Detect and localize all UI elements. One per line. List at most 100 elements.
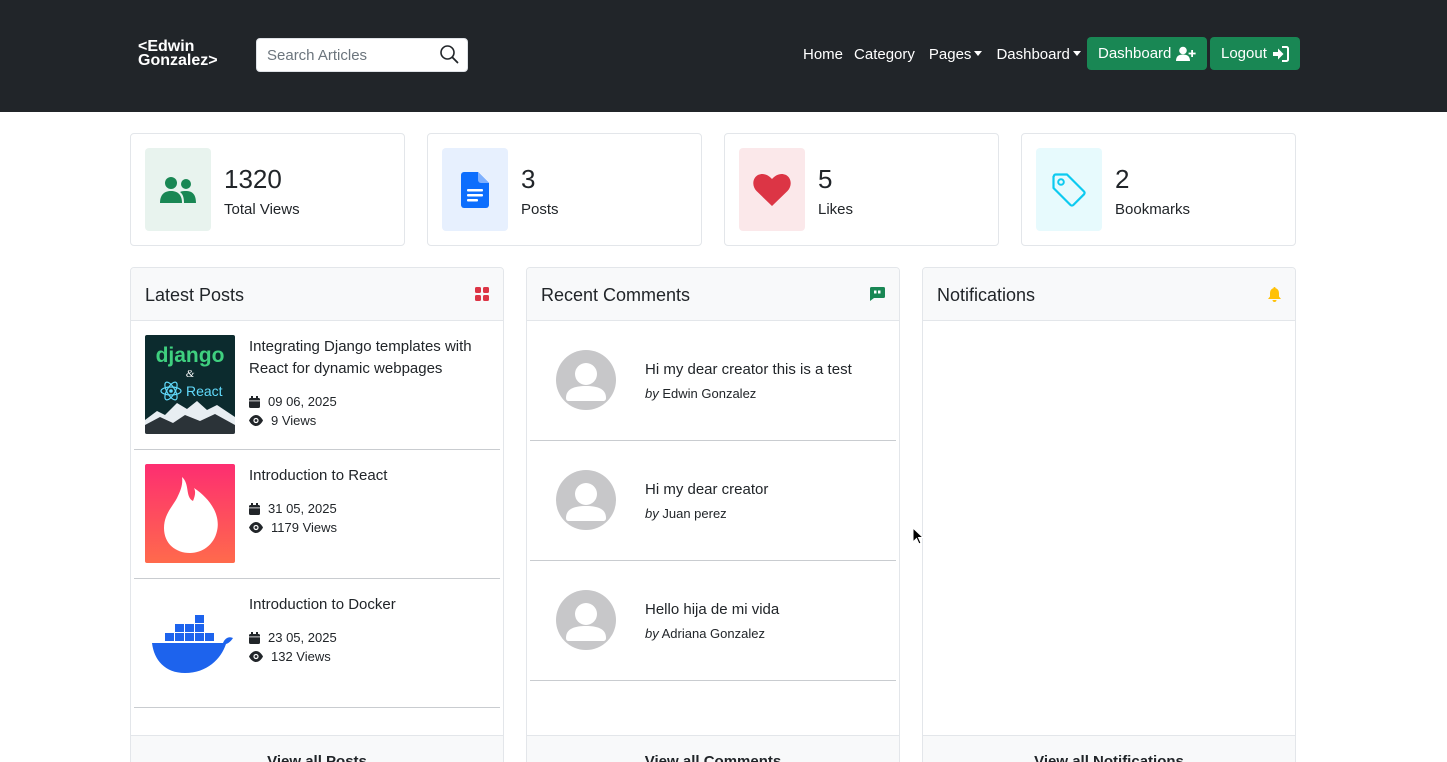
calendar-icon [249, 502, 260, 515]
comment-author-name: Juan perez [662, 506, 727, 521]
sign-in-icon [1272, 45, 1289, 62]
recent-comments-panel: Recent Comments Hi my dear creator this … [526, 267, 900, 762]
panel-header: Recent Comments [527, 268, 899, 321]
list-item[interactable]: Introduction to React 31 05, 2025 1179 V… [134, 450, 500, 579]
post-views: 1179 Views [249, 520, 337, 535]
bell-icon[interactable] [1268, 287, 1281, 302]
list-item[interactable]: django & React Integrating Django templa… [134, 321, 500, 450]
panel-title: Notifications [937, 285, 1036, 305]
comment-author-name: Edwin Gonzalez [662, 386, 757, 401]
post-views-text: 9 Views [271, 413, 317, 428]
post-date-text: 31 05, 2025 [268, 501, 337, 516]
nav-dashboard-label: Dashboard [996, 46, 1070, 63]
nav-category[interactable]: Category [854, 46, 915, 63]
comment-author: by Adriana Gonzalez [645, 626, 765, 641]
tag-icon [1052, 172, 1086, 207]
by-prefix: by [645, 626, 659, 641]
nav-pages-dropdown[interactable]: Pages [929, 46, 983, 63]
thumb-django-text: django [156, 344, 225, 367]
nav-dashboard-dropdown[interactable]: Dashboard [996, 46, 1081, 63]
stat-label: Total Views [224, 201, 300, 218]
stat-value: 3 [521, 164, 536, 194]
comment-text: Hi my dear creator [645, 481, 769, 498]
calendar-icon [249, 395, 260, 408]
post-views-text: 1179 Views [271, 520, 338, 535]
comment-author-name: Adriana Gonzalez [661, 626, 765, 641]
comment-author: by Edwin Gonzalez [645, 386, 756, 401]
post-views: 9 Views [249, 413, 316, 428]
flame-logo-image[interactable] [145, 464, 235, 563]
by-prefix: by [645, 386, 659, 401]
chevron-down-icon [1072, 51, 1081, 56]
stat-value: 2 [1115, 164, 1130, 194]
navbar: <Edwin Gonzalez> Home Category Pages Das… [0, 0, 1447, 112]
nav-menu: Home Category Pages Dashboard [803, 46, 1081, 63]
search-input[interactable] [257, 39, 437, 71]
avatar [556, 470, 616, 530]
post-title[interactable]: Introduction to Docker [249, 594, 494, 616]
post-date: 09 06, 2025 [249, 394, 337, 409]
post-date: 23 05, 2025 [249, 630, 337, 645]
search-form [256, 38, 468, 72]
thumb-amp-text: & [186, 368, 195, 380]
stat-value: 5 [818, 164, 833, 194]
brand-line-2: Gonzalez> [138, 52, 218, 69]
view-all-posts-link[interactable]: View all Posts [131, 735, 503, 762]
eye-icon [249, 651, 263, 662]
logout-button[interactable]: Logout [1210, 37, 1300, 70]
dashboard-button-label: Dashboard [1098, 45, 1172, 62]
notifications-panel: Notifications View all Notifications [922, 267, 1296, 762]
list-item: Hi my dear creator by Juan perez [530, 441, 896, 561]
comment-quote-icon[interactable] [870, 287, 885, 301]
post-date-text: 09 06, 2025 [268, 394, 337, 409]
avatar [556, 350, 616, 410]
stat-label: Likes [818, 201, 854, 218]
view-all-notifications-link[interactable]: View all Notifications [923, 735, 1295, 762]
grid-icon[interactable] [475, 287, 489, 301]
stat-icon-box [739, 148, 805, 231]
stat-card-bookmarks: 2 Bookmarks [1021, 133, 1296, 246]
django-react-image[interactable]: django & React [145, 335, 235, 434]
calendar-icon [249, 631, 260, 644]
mouse-cursor-icon [912, 527, 924, 545]
stat-label: Bookmarks [1115, 201, 1191, 218]
stat-icon-box [1036, 148, 1102, 231]
panel-title: Latest Posts [145, 285, 245, 305]
panel-header: Latest Posts [131, 268, 503, 321]
thumb-react-text: React [186, 383, 223, 399]
view-all-comments-link[interactable]: View all Comments [527, 735, 899, 762]
comment-text: Hi my dear creator this is a test [645, 361, 852, 378]
post-date: 31 05, 2025 [249, 501, 337, 516]
post-title[interactable]: Integrating Django templates with React … [249, 336, 494, 380]
brand-logo[interactable]: <Edwin Gonzalez> [138, 39, 218, 69]
post-title[interactable]: Introduction to React [249, 465, 494, 487]
dashboard-button[interactable]: Dashboard [1087, 37, 1208, 70]
heart-icon [753, 173, 791, 206]
panel-header: Notifications [923, 268, 1295, 321]
comment-text: Hello hija de mi vida [645, 601, 780, 618]
post-views-text: 132 Views [271, 649, 331, 664]
logout-button-label: Logout [1221, 45, 1267, 62]
comment-author: by Juan perez [645, 506, 727, 521]
nav-home[interactable]: Home [803, 46, 843, 63]
post-date-text: 23 05, 2025 [268, 630, 337, 645]
panel-title: Recent Comments [541, 285, 691, 305]
latest-posts-panel: Latest Posts django & React Integrating … [130, 267, 504, 762]
list-item[interactable]: Introduction to Docker 23 05, 2025 132 V… [134, 579, 500, 708]
search-icon[interactable] [439, 44, 461, 66]
stat-icon-box [442, 148, 508, 231]
stat-card-posts: 3 Posts [427, 133, 702, 246]
docker-logo-image[interactable] [145, 593, 235, 692]
avatar [556, 590, 616, 650]
eye-icon [249, 415, 263, 426]
users-icon [160, 176, 196, 203]
by-prefix: by [645, 506, 659, 521]
stat-icon-box [145, 148, 211, 231]
stat-value: 1320 [224, 164, 282, 194]
user-plus-icon [1176, 46, 1196, 61]
chevron-down-icon [974, 51, 983, 56]
document-icon [461, 171, 489, 208]
nav-pages-label: Pages [928, 46, 972, 63]
eye-icon [249, 522, 263, 533]
stat-card-likes: 5 Likes [724, 133, 999, 246]
